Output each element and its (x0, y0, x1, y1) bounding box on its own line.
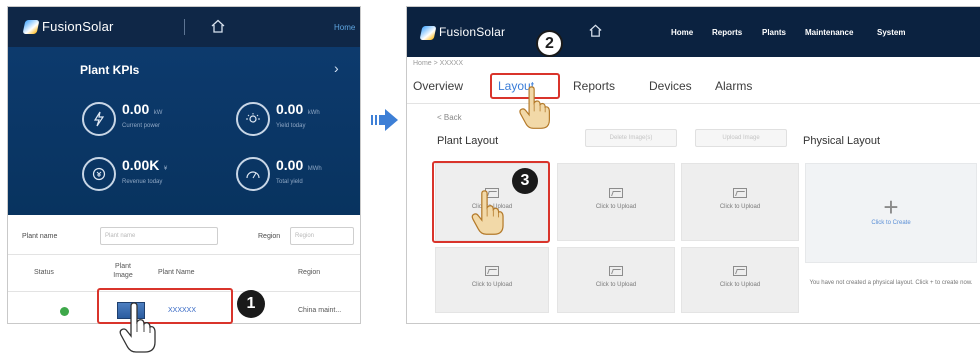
region-select[interactable]: Region (290, 227, 354, 245)
arrow-right-icon (371, 108, 399, 132)
kpi-unit: ¥ (163, 166, 168, 172)
upload-label: Click to Upload (595, 204, 637, 210)
upload-slot[interactable]: Click to Upload (557, 163, 675, 241)
brand-name: FusionSolar (42, 19, 114, 34)
meter-icon (236, 157, 270, 191)
upload-slot[interactable]: Click to Upload (435, 247, 549, 313)
step-2-badge: 2 (536, 30, 563, 57)
upload-slot[interactable]: Click to Upload (681, 163, 799, 241)
fusionsolar-logo-icon (419, 26, 437, 40)
top-bar: FusionSolar Home Reports Plants Maintena… (407, 7, 980, 57)
empty-layout-note: You have not created a physical layout. … (809, 280, 973, 286)
plant-list-screen: FusionSolar Home Plant KPIs › 0.00 kW Cu… (7, 6, 361, 324)
home-link[interactable]: Home (334, 23, 355, 32)
image-icon (733, 266, 747, 276)
plant-name-label: Plant name (22, 233, 58, 240)
kpi-label: Revenue today (122, 179, 163, 185)
column-header-plant-image[interactable]: Plant Image (106, 262, 140, 280)
image-icon (733, 188, 747, 198)
upload-label: Click to Upload (595, 282, 637, 288)
step-1-badge: 1 (237, 290, 265, 318)
breadcrumb[interactable]: Home > XXXXX (413, 60, 463, 67)
kpi-value: 0.00K (122, 157, 160, 173)
kpi-value: 0.00 (122, 101, 150, 117)
nav-home[interactable]: Home (671, 28, 693, 37)
delete-images-button[interactable]: Delete Image(s) (585, 129, 677, 147)
kpi-current-power: 0.00 kW Current power (122, 101, 162, 129)
divider (407, 103, 980, 104)
divider (8, 254, 360, 255)
plant-name-input[interactable]: Plant name (100, 227, 218, 245)
nav-plants[interactable]: Plants (762, 28, 786, 37)
pointer-hand-icon (518, 86, 552, 130)
region-label: Region (258, 233, 281, 240)
kpi-label: Total yield (276, 179, 303, 185)
create-label: Click to Create (871, 220, 911, 226)
upload-slot[interactable]: Click to Upload (557, 247, 675, 313)
plant-layout-title: Plant Layout (437, 135, 499, 147)
image-icon (609, 266, 623, 276)
plus-icon: + (883, 192, 899, 222)
status-normal-dot (60, 307, 69, 316)
upload-label: Click to Upload (471, 282, 513, 288)
nav-maintenance[interactable]: Maintenance (805, 28, 853, 37)
kpi-label: Current power (122, 123, 161, 129)
kpi-unit: kWh (307, 110, 320, 116)
image-icon (609, 188, 623, 198)
create-layout-button[interactable]: + Click to Create (805, 163, 977, 263)
kpi-revenue-today: 0.00K ¥ Revenue today (122, 157, 167, 185)
region-cell: China maint... (298, 307, 342, 314)
tab-overview[interactable]: Overview (413, 79, 463, 93)
coin-icon (82, 157, 116, 191)
kpi-value: 0.00 (276, 157, 304, 173)
pointer-hand-icon (470, 190, 506, 236)
step-3-badge: 3 (512, 168, 538, 194)
sun-icon (236, 102, 270, 136)
tab-alarms[interactable]: Alarms (715, 79, 752, 93)
column-header-plant-name[interactable]: Plant Name (158, 268, 195, 277)
upload-label: Click to Upload (719, 282, 761, 288)
nav-reports[interactable]: Reports (712, 28, 742, 37)
top-bar: FusionSolar Home (8, 7, 360, 47)
kpi-title: Plant KPIs (80, 63, 140, 77)
physical-layout-title: Physical Layout (803, 135, 881, 147)
upload-image-button[interactable]: Upload Image (695, 129, 787, 147)
fusionsolar-logo-icon (22, 20, 40, 34)
upload-slot[interactable]: Click to Upload (681, 247, 799, 313)
upload-label: Click to Upload (719, 204, 761, 210)
home-icon[interactable] (210, 18, 226, 34)
lightning-icon (82, 102, 116, 136)
column-header-region[interactable]: Region (298, 268, 320, 277)
kpi-yield-today: 0.00 kWh Yield today (276, 101, 320, 129)
home-icon[interactable] (588, 23, 603, 38)
pointer-hand-icon (118, 302, 158, 354)
column-header-status[interactable]: Status (34, 268, 54, 277)
tab-reports[interactable]: Reports (573, 79, 615, 93)
nav-system[interactable]: System (877, 28, 905, 37)
kpi-label: Yield today (276, 123, 306, 129)
tab-devices[interactable]: Devices (649, 79, 692, 93)
kpi-unit: kW (153, 110, 163, 116)
kpi-unit: MWh (307, 166, 322, 172)
back-link[interactable]: < Back (437, 113, 462, 122)
brand-name: FusionSolar (439, 25, 506, 39)
chevron-right-icon[interactable]: › (334, 60, 339, 76)
divider (184, 19, 185, 35)
plant-kpi-panel: Plant KPIs › 0.00 kW Current power 0.00 … (8, 47, 360, 215)
image-icon (485, 266, 499, 276)
kpi-value: 0.00 (276, 101, 304, 117)
kpi-total-yield: 0.00 MWh Total yield (276, 157, 322, 185)
